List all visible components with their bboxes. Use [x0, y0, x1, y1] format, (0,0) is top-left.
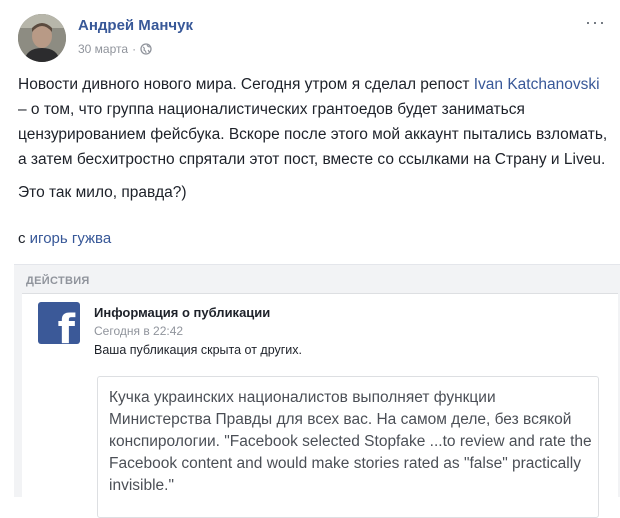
actions-label: ДЕЙСТВИЯ: [26, 275, 90, 287]
actions-panel: ДЕЙСТВИЯ f Информация о публикации Сегод…: [14, 264, 620, 518]
tagged-with-prefix: с: [18, 230, 30, 247]
facebook-logo-letter: f: [57, 307, 75, 344]
facebook-logo-icon: f: [38, 302, 80, 344]
more-options-icon[interactable]: ···: [585, 12, 606, 33]
publication-info-card: f Информация о публикации Сегодня в 22:4…: [22, 293, 618, 518]
quoted-post[interactable]: Кучка украинских националистов выполняет…: [97, 376, 599, 518]
facebook-post: Андрей Манчук 30 марта · ··· Новости див…: [0, 0, 620, 518]
tagged-with: с игорь гужва: [18, 230, 111, 247]
post-paragraph-1: Новости дивного нового мира. Сегодня утр…: [18, 72, 608, 172]
post-text: – о том, что группа националистических г…: [18, 101, 608, 168]
post-meta: 30 марта ·: [78, 42, 152, 56]
post-paragraph-2: Это так мило, правда?): [18, 184, 187, 201]
post-author[interactable]: Андрей Манчук: [78, 17, 193, 34]
info-title[interactable]: Информация о публикации: [94, 305, 270, 320]
mention-link[interactable]: Ivan Katchanovski: [474, 76, 600, 93]
post-text: Новости дивного нового мира. Сегодня утр…: [18, 76, 474, 93]
tagged-user-link[interactable]: игорь гужва: [30, 230, 112, 247]
post-date[interactable]: 30 марта: [78, 42, 128, 56]
globe-icon[interactable]: [140, 43, 152, 55]
quoted-post-text: Кучка украинских националистов выполняет…: [109, 389, 592, 494]
avatar-image: [18, 14, 66, 62]
info-timestamp: Сегодня в 22:42: [94, 324, 184, 338]
meta-separator: ·: [132, 42, 137, 56]
post-body: Новости дивного нового мира. Сегодня утр…: [18, 72, 608, 205]
avatar[interactable]: [18, 14, 66, 62]
info-message: Ваша публикация скрыта от других.: [94, 343, 303, 357]
